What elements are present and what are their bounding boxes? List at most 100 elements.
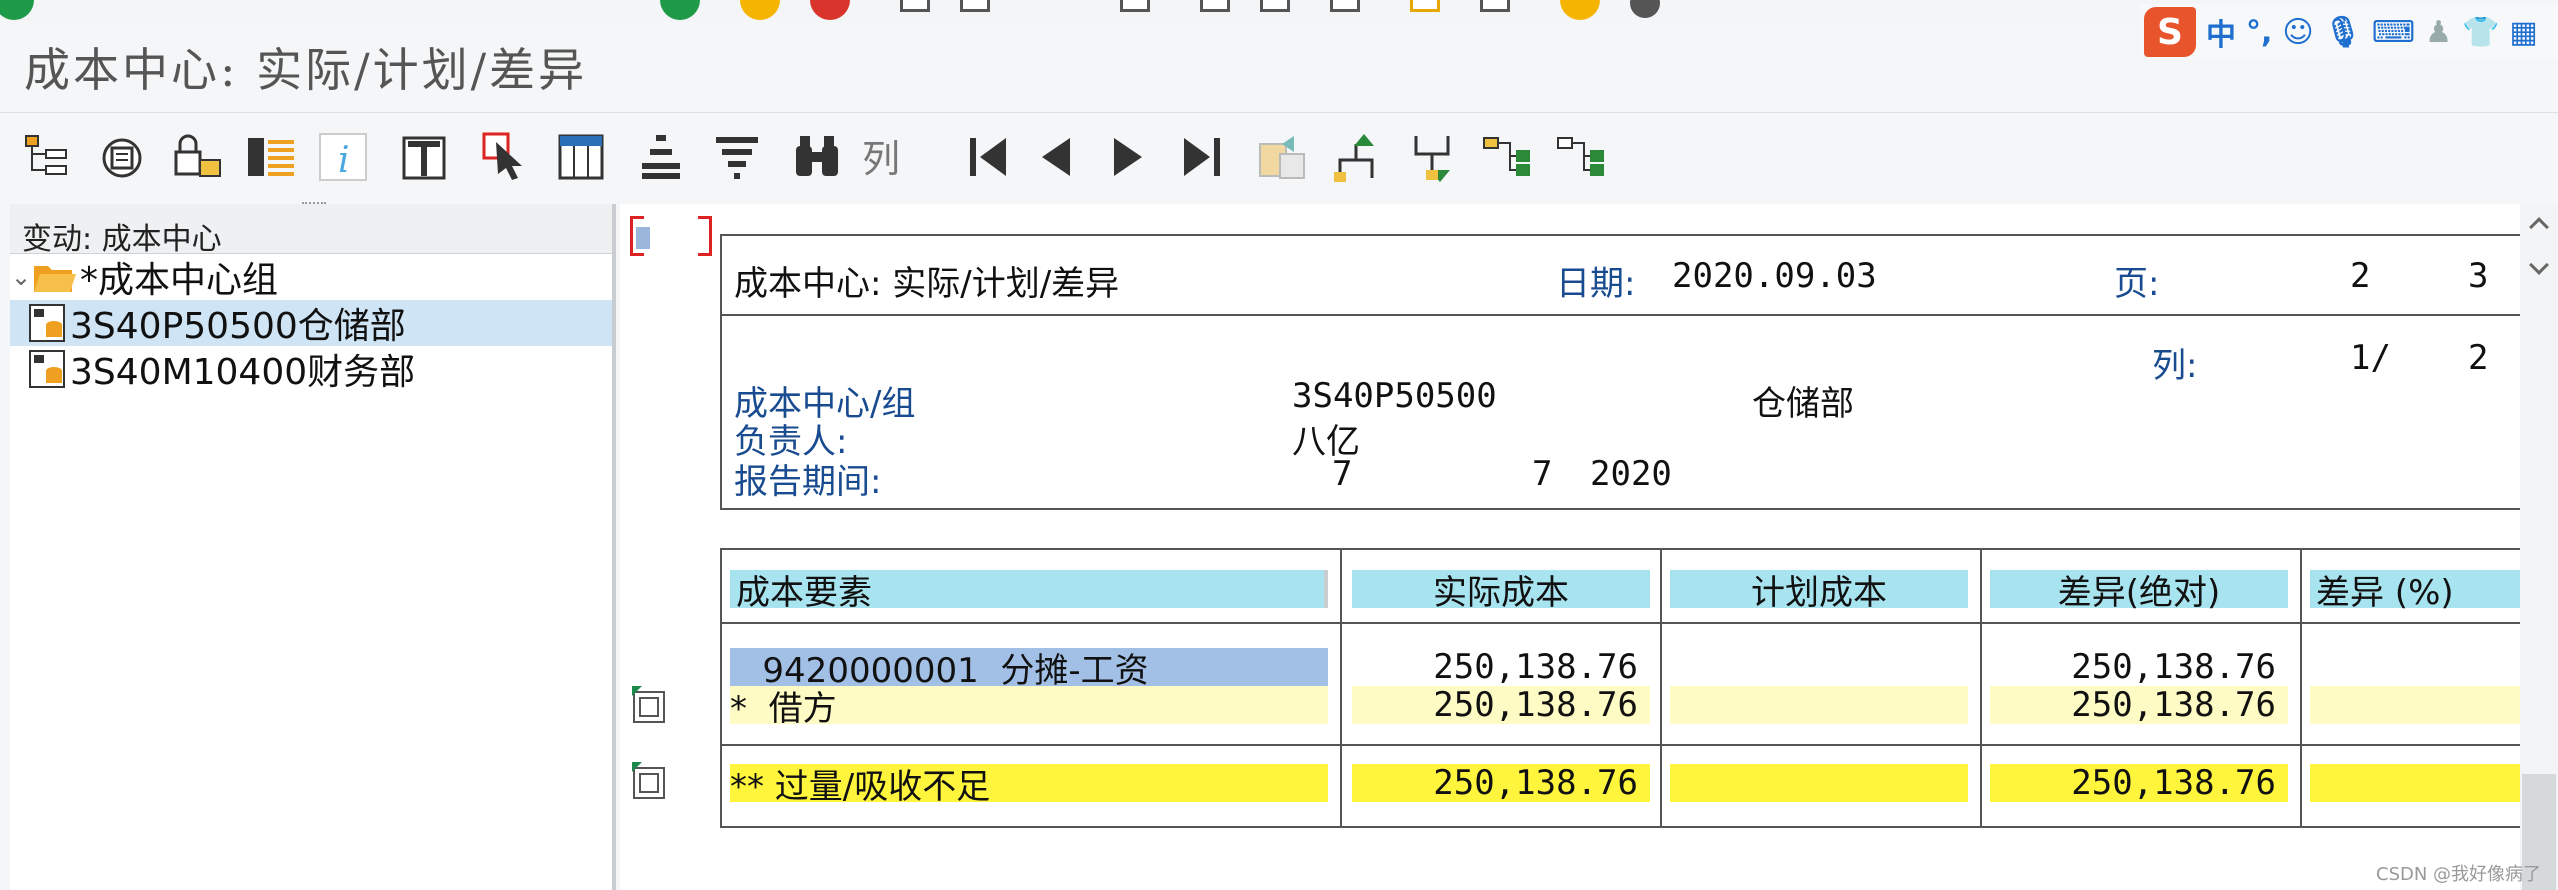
row-divider: [720, 744, 2540, 746]
ime-punct-toggle[interactable]: °,: [2246, 15, 2272, 50]
table-cell-variance-pct[interactable]: [2310, 686, 2540, 724]
tree-collapse-icon[interactable]: [1554, 130, 1608, 184]
scroll-up-icon[interactable]: [2529, 217, 2549, 237]
expand-up-icon[interactable]: [1330, 130, 1384, 184]
column-header-element[interactable]: 成本要素: [730, 570, 1328, 613]
subtotal-expand-icon[interactable]: [630, 686, 668, 726]
green-circle-icon[interactable]: [660, 0, 700, 20]
application-toolbar: i: [0, 118, 2558, 198]
layout-icon[interactable]: [1480, 0, 1510, 12]
report-header-divider: [720, 314, 2540, 316]
sogou-logo-icon[interactable]: S: [2144, 7, 2196, 57]
help-icon[interactable]: [1560, 0, 1600, 20]
table-cell-plan[interactable]: [1670, 764, 1968, 802]
binoculars-icon[interactable]: [790, 130, 844, 184]
red-circle-icon[interactable]: [810, 0, 850, 20]
report-area: 成本中心: 实际/计划/差异 日期: 2020.09.03 页: 2 3 列: …: [620, 204, 2540, 890]
total-expand-icon[interactable]: [630, 762, 668, 802]
next-icon[interactable]: [1100, 130, 1154, 184]
table-cell-actual[interactable]: 250,138.76: [1352, 763, 1650, 803]
column-header-plan[interactable]: 计划成本: [1670, 570, 1968, 613]
tree-header: 变动: 成本中心: [10, 204, 612, 257]
column-header-variance-pct[interactable]: 差异 (%): [2310, 570, 2540, 613]
ime-toolbar: S 中 °, ☺ 🎙 ⌨ ♟ 👕 ▦: [2140, 4, 2558, 60]
page-total: 3: [2468, 256, 2489, 296]
column-header-variance[interactable]: 差异(绝对): [1990, 570, 2288, 613]
last-page-icon[interactable]: [1330, 0, 1360, 12]
column-value: 1/: [2350, 338, 2391, 378]
navigation-tree: 变动: 成本中心 ⌄ *成本中心组 3S40P50500仓储部 3S40M104…: [10, 202, 616, 890]
page-label: 页:: [2114, 264, 2160, 304]
collapse-toggle-icon[interactable]: ⌄: [10, 263, 32, 291]
previous-icon[interactable]: [1030, 130, 1084, 184]
period-year: 2020: [1590, 454, 1672, 494]
table-cell-actual[interactable]: 250,138.76: [1352, 685, 1650, 725]
column-label: 列:: [2152, 346, 2198, 386]
table-cell-variance[interactable]: 250,138.76: [1990, 647, 2288, 687]
filter-icon[interactable]: [710, 130, 764, 184]
settings-gear-icon[interactable]: [1630, 0, 1660, 18]
emoji-icon[interactable]: ☺: [2282, 15, 2313, 50]
transfer-icon[interactable]: [1256, 130, 1310, 184]
back-icon[interactable]: [0, 0, 34, 20]
tree-group-label: *成本中心组: [80, 260, 279, 301]
find-icon[interactable]: [960, 0, 990, 12]
tree-expand-icon[interactable]: [1480, 130, 1534, 184]
table-cell-variance[interactable]: 250,138.76: [1990, 685, 2288, 725]
vertical-scrollbar[interactable]: [2520, 204, 2558, 890]
info-icon[interactable]: i: [316, 130, 370, 184]
page-value: 2: [2350, 256, 2371, 296]
star-icon[interactable]: [1410, 0, 1440, 12]
svg-text:i: i: [338, 140, 350, 181]
table-cell-variance-pct[interactable]: [2310, 648, 2540, 686]
col-divider: [1660, 548, 1662, 828]
page-title: 成本中心: 实际/计划/差异: [24, 43, 588, 97]
report-variant-icon[interactable]: [96, 130, 150, 184]
cost-center-icon: [29, 350, 65, 388]
hierarchy-icon[interactable]: [20, 130, 74, 184]
tree-item-label: 3S40P50500仓储部: [70, 306, 406, 347]
ime-lang-toggle[interactable]: 中: [2206, 10, 2236, 54]
table-row-debit[interactable]: * 借方: [730, 686, 1328, 729]
select-icon[interactable]: [480, 130, 534, 184]
sort-ascending-icon[interactable]: [634, 130, 688, 184]
last-icon[interactable]: [1174, 130, 1228, 184]
expand-down-icon[interactable]: [1406, 130, 1460, 184]
skin-icon[interactable]: 👕: [2462, 15, 2499, 50]
period-label: 报告期间:: [734, 462, 882, 502]
microphone-icon[interactable]: 🎙: [2324, 15, 2362, 50]
next-page-icon[interactable]: [1260, 0, 1290, 12]
print-icon[interactable]: [900, 0, 930, 12]
table-row-total[interactable]: ** 过量/吸收不足: [730, 764, 1328, 807]
export-icon[interactable]: [398, 130, 452, 184]
tree-item-3S40P50500[interactable]: 3S40P50500仓储部: [10, 300, 612, 347]
yellow-circle-icon[interactable]: [740, 0, 780, 20]
user-icon[interactable]: ♟: [2425, 15, 2452, 50]
group-code: 3S40P50500: [1292, 376, 1497, 416]
resize-grip[interactable]: [302, 202, 326, 208]
group-name: 仓储部: [1752, 384, 1854, 424]
prev-page-icon[interactable]: [1200, 0, 1230, 12]
period-to: 7: [1532, 454, 1553, 494]
tree-item-3S40M10400[interactable]: 3S40M10400财务部: [10, 346, 612, 393]
table-cell-plan[interactable]: [1670, 686, 1968, 724]
table-cell-actual[interactable]: 250,138.76: [1352, 647, 1650, 687]
table-cell-variance-pct[interactable]: [2310, 764, 2540, 802]
table-cell-plan[interactable]: [1670, 648, 1968, 686]
first-icon[interactable]: [962, 130, 1016, 184]
column-button-label[interactable]: 列: [862, 128, 900, 183]
tree-group-node[interactable]: ⌄ *成本中心组: [10, 254, 612, 301]
first-page-icon[interactable]: [1120, 0, 1150, 12]
col-divider: [1340, 548, 1342, 828]
keyboard-icon[interactable]: ⌨: [2372, 15, 2415, 50]
lock-icon[interactable]: [170, 130, 224, 184]
scroll-down-icon[interactable]: [2529, 255, 2549, 275]
folder-open-icon: [34, 266, 76, 292]
list-icon[interactable]: [244, 130, 298, 184]
tools-grid-icon[interactable]: ▦: [2509, 15, 2537, 50]
layout-table-icon[interactable]: [554, 130, 608, 184]
table-cell-variance[interactable]: 250,138.76: [1990, 763, 2288, 803]
selection-marker[interactable]: [630, 216, 650, 256]
tree-item-label: 3S40M10400财务部: [70, 352, 416, 393]
column-header-actual[interactable]: 实际成本: [1352, 570, 1650, 613]
